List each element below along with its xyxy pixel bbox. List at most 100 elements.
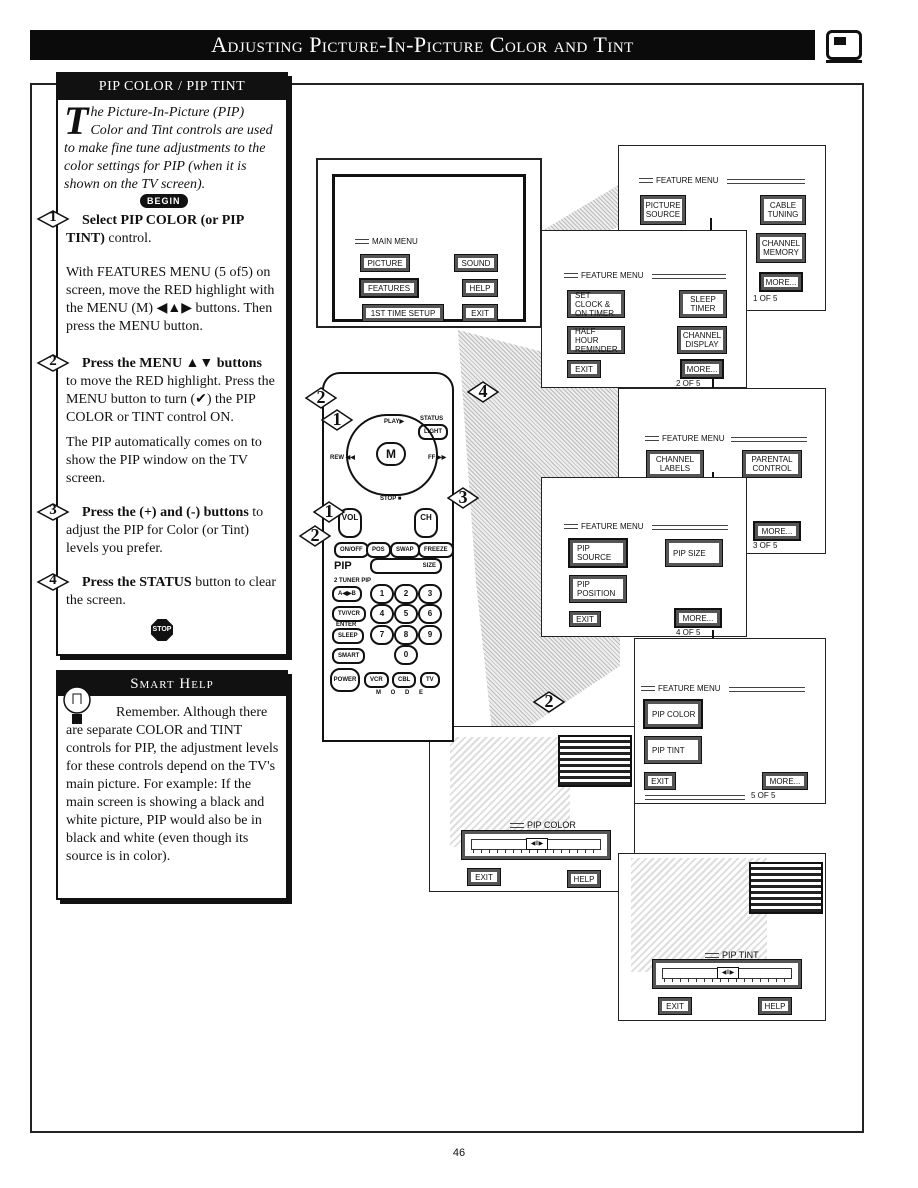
- menu-btn-more[interactable]: MORE...: [680, 359, 724, 379]
- menu-btn-more[interactable]: MORE...: [674, 608, 722, 628]
- mode-tv-button[interactable]: TV: [420, 672, 440, 688]
- ch-button[interactable]: CH: [414, 508, 438, 538]
- digit-7[interactable]: 7: [370, 625, 394, 645]
- digit-9[interactable]: 9: [418, 625, 442, 645]
- digit-0[interactable]: 0: [394, 645, 418, 665]
- pip-window: [749, 862, 823, 914]
- menu-btn-half-hour-reminder[interactable]: HALF HOUR REMINDER: [567, 326, 625, 354]
- menu-btn-pip-position[interactable]: PIP POSITION: [569, 575, 627, 603]
- menu-btn-exit[interactable]: EXIT: [567, 360, 601, 378]
- begin-badge: BEGIN: [140, 194, 188, 208]
- page-title: Adjusting Picture-In-Picture Color and T…: [211, 32, 634, 57]
- rew-label: REW ◀◀: [330, 455, 355, 461]
- mode-label: M O D E: [376, 690, 428, 696]
- menu-btn-more[interactable]: MORE...: [762, 772, 808, 790]
- pip-color-slider[interactable]: ◀II▶: [461, 830, 611, 860]
- menu-button[interactable]: M: [376, 442, 406, 466]
- digit-5[interactable]: 5: [394, 604, 418, 624]
- feature-menu-title: FEATURE MENU: [645, 434, 725, 443]
- pip-window: [558, 735, 632, 787]
- menu-btn-pip-size[interactable]: PIP SIZE: [665, 539, 723, 567]
- menu-btn-channel-display[interactable]: CHANNEL DISPLAY: [677, 326, 727, 354]
- menu-btn-picture-source[interactable]: PICTURE SOURCE: [640, 195, 686, 225]
- smart-help-text: Remember. Although there are separate CO…: [66, 705, 279, 864]
- stop-icon: STOP: [151, 619, 173, 641]
- step-1-marker: 1: [36, 209, 70, 228]
- callout-2: 2: [532, 690, 566, 714]
- digit-1[interactable]: 1: [370, 584, 394, 604]
- menu-btn-sound[interactable]: SOUND: [454, 254, 498, 272]
- pager: 5 OF 5: [751, 791, 776, 800]
- menu-btn-picture[interactable]: PICTURE: [360, 254, 410, 272]
- callout-2: 2: [304, 386, 338, 410]
- menu-btn-exit[interactable]: EXIT: [569, 611, 601, 627]
- pip-label: PIP: [334, 560, 352, 572]
- menu-btn-sleep-timer[interactable]: SLEEP TIMER: [679, 290, 727, 318]
- menu-btn-pip-color[interactable]: PIP COLOR: [643, 699, 703, 729]
- step-2-marker: 2: [36, 353, 70, 372]
- pip-on-off-button[interactable]: ON/OFF: [334, 542, 369, 558]
- pip-size-button[interactable]: SIZE: [370, 558, 442, 574]
- drop-cap: T: [64, 98, 89, 143]
- digit-4[interactable]: 4: [370, 604, 394, 624]
- menu-btn-pip-tint[interactable]: PIP TINT: [644, 736, 702, 764]
- callout-2: 2: [298, 524, 332, 548]
- menu-btn-features[interactable]: FEATURES: [359, 278, 419, 298]
- main-menu-title: MAIN MENU: [355, 237, 418, 246]
- mode-vcr-button[interactable]: VCR: [364, 672, 389, 688]
- feature-menu-title: FEATURE MENU: [639, 176, 719, 185]
- mode-cbl-button[interactable]: CBL: [392, 672, 417, 688]
- menu-btn-channel-labels[interactable]: CHANNEL LABELS: [646, 450, 704, 478]
- exit-button[interactable]: EXIT: [467, 868, 501, 886]
- step-2-heading: Press the MENU ▲▼ buttons: [82, 356, 262, 371]
- menu-btn-help[interactable]: HELP: [462, 279, 498, 297]
- help-button[interactable]: HELP: [758, 997, 792, 1015]
- tuner-pip-label: 2 TUNER PIP: [334, 578, 372, 584]
- pip-swap-button[interactable]: SWAP: [390, 542, 420, 558]
- slider-thumb[interactable]: ◀II▶: [526, 838, 548, 850]
- step-3-marker: 3: [36, 502, 70, 521]
- sleep-button[interactable]: SLEEP: [332, 628, 364, 644]
- menu-btn-exit[interactable]: EXIT: [644, 772, 676, 790]
- menu-btn-more[interactable]: MORE...: [753, 521, 801, 541]
- menu-btn-set-clock[interactable]: SET CLOCK & ON TIMER: [567, 290, 625, 318]
- frame-divider: [30, 83, 32, 1133]
- page-number: 46: [452, 1147, 466, 1159]
- pager: 1 OF 5: [753, 294, 778, 303]
- tv-vcr-button[interactable]: TV/VCR: [332, 606, 367, 622]
- page-header: Adjusting Picture-In-Picture Color and T…: [30, 30, 815, 60]
- pip-pos-button[interactable]: POS: [366, 542, 391, 558]
- callout-1: 1: [320, 408, 354, 432]
- menu-btn-1st-time-setup[interactable]: 1ST TIME SETUP: [362, 304, 444, 322]
- pager: 2 OF 5: [676, 379, 701, 388]
- ab-button[interactable]: A◀▶B: [332, 586, 362, 602]
- menu-btn-parental-control[interactable]: PARENTAL CONTROL: [742, 450, 802, 478]
- ff-label: FF ▶▶: [428, 455, 447, 461]
- digit-2[interactable]: 2: [394, 584, 418, 604]
- smart-button[interactable]: SMART: [332, 648, 366, 664]
- menu-btn-cable-tuning[interactable]: CABLE TUNING: [760, 195, 806, 225]
- pager: 4 OF 5: [676, 628, 701, 637]
- feature-menu-5: FEATURE MENU PIP COLOR PIP TINT EXIT MOR…: [634, 638, 826, 804]
- instructions-title: PIP COLOR / PIP TINT: [58, 74, 286, 100]
- digit-3[interactable]: 3: [418, 584, 442, 604]
- tv-main-menu-screen: MAIN MENU PICTURE SOUND FEATURES HELP 1S…: [316, 158, 542, 328]
- power-button[interactable]: POWER: [330, 668, 360, 692]
- pip-color-label: PIP COLOR: [510, 820, 576, 830]
- pip-color-screen: PIP COLOR ◀II▶ EXIT HELP: [429, 726, 635, 892]
- menu-btn-exit[interactable]: EXIT: [462, 304, 498, 322]
- step-4-marker: 4: [36, 572, 70, 591]
- help-button[interactable]: HELP: [567, 870, 601, 888]
- feature-menu-2: FEATURE MENU SET CLOCK & ON TIMER SLEEP …: [541, 230, 747, 388]
- digit-8[interactable]: 8: [394, 625, 418, 645]
- menu-btn-channel-memory[interactable]: CHANNEL MEMORY: [756, 233, 806, 263]
- exit-button[interactable]: EXIT: [658, 997, 692, 1015]
- pager: 3 OF 5: [753, 541, 778, 550]
- menu-btn-pip-source[interactable]: PIP SOURCE: [568, 538, 628, 568]
- slider-thumb[interactable]: ◀II▶: [717, 967, 739, 979]
- menu-btn-more[interactable]: MORE...: [759, 272, 803, 292]
- pip-tint-slider[interactable]: ◀II▶: [652, 959, 802, 989]
- step-3-text: Press the (+) and (-) buttons to adjust …: [66, 505, 264, 556]
- pip-freeze-button[interactable]: FREEZE: [418, 542, 454, 558]
- digit-6[interactable]: 6: [418, 604, 442, 624]
